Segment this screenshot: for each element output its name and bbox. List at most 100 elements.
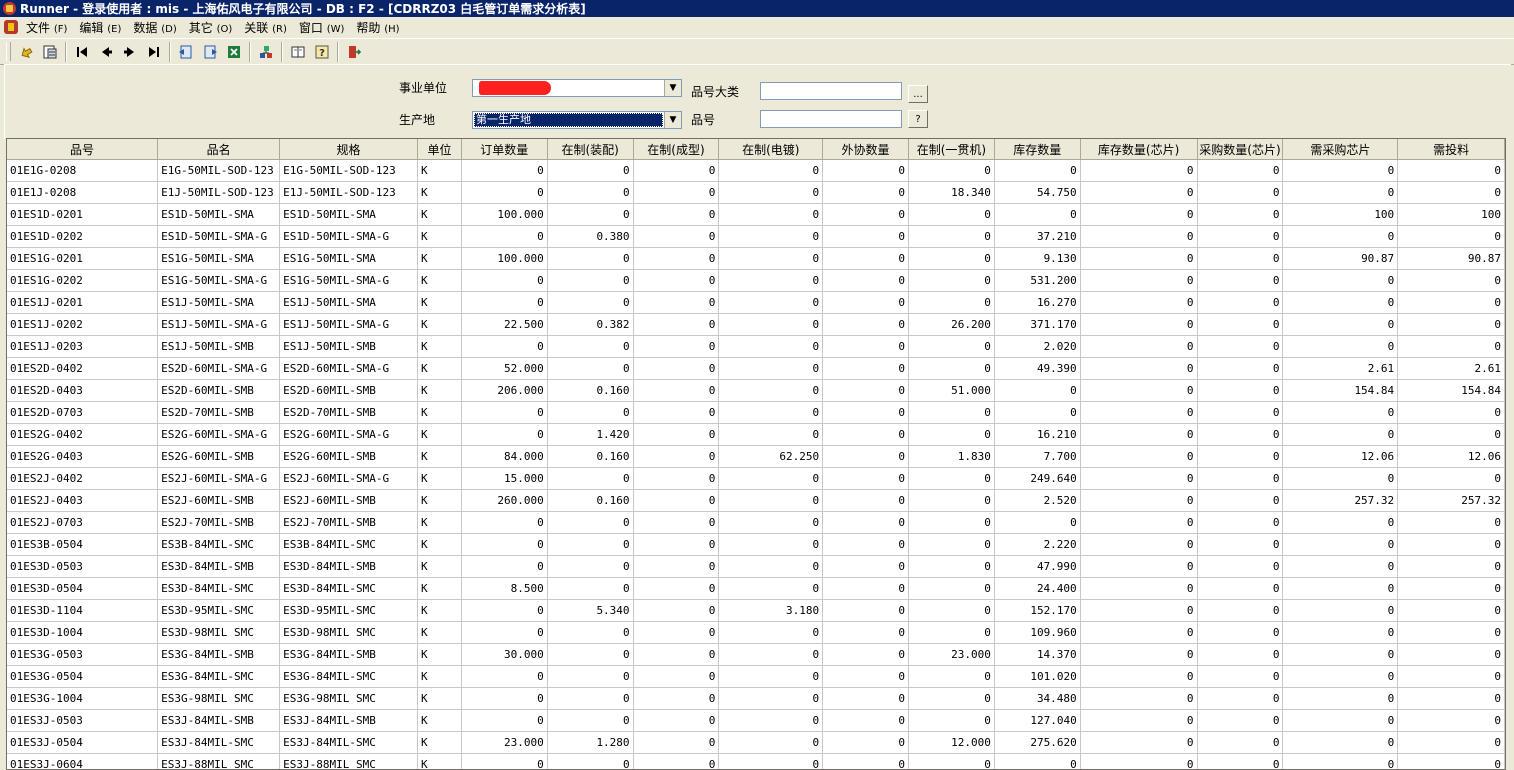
table-cell[interactable]: 371.170 — [994, 313, 1081, 336]
table-cell[interactable]: 0 — [1282, 533, 1399, 556]
table-row[interactable]: 01ES1G-0201 ES1G-50MIL-SMA ES1G-50MIL-SMA K… — [7, 247, 1505, 270]
table-cell[interactable]: ES3J-88MIL SMC — [157, 753, 281, 769]
table-cell[interactable]: 0 — [633, 489, 720, 512]
table-cell[interactable]: 0 — [1080, 731, 1198, 754]
table-cell[interactable]: 0 — [822, 753, 909, 769]
menu-window[interactable]: 窗口 (W) — [293, 19, 351, 36]
chevron-down-icon[interactable]: ▼ — [664, 80, 681, 96]
table-cell[interactable]: 0 — [822, 643, 909, 666]
table-cell[interactable]: K — [417, 687, 462, 710]
table-cell[interactable]: 0 — [908, 489, 995, 512]
table-cell[interactable]: 01ES2G-0403 — [7, 445, 159, 468]
table-cell[interactable]: 0 — [1197, 379, 1284, 402]
table-cell[interactable]: 0 — [1282, 159, 1399, 182]
table-cell[interactable]: 0 — [1197, 731, 1284, 754]
document-menu-icon[interactable] — [4, 20, 18, 34]
table-cell[interactable]: 0 — [1197, 335, 1284, 358]
table-cell[interactable]: 15.000 — [461, 467, 548, 490]
table-cell[interactable]: 0 — [1080, 709, 1198, 732]
toolbar-grip[interactable] — [6, 42, 11, 61]
table-cell[interactable]: 0 — [461, 269, 548, 292]
table-cell[interactable]: 49.390 — [994, 357, 1081, 380]
table-cell[interactable]: 0 — [822, 577, 909, 600]
table-row[interactable]: 01ES2D-0703 ES2D-70MIL-SMB ES2D-70MIL-SMB K… — [7, 401, 1505, 424]
table-cell[interactable]: 0 — [1397, 401, 1505, 424]
book-button[interactable] — [287, 41, 309, 63]
table-cell[interactable]: ES1J-50MIL-SMA-G — [157, 313, 281, 336]
table-cell[interactable]: 0 — [908, 709, 995, 732]
table-cell[interactable]: 0 — [1282, 665, 1399, 688]
table-cell[interactable]: 34.480 — [994, 687, 1081, 710]
table-cell[interactable]: 0 — [633, 511, 720, 534]
table-cell[interactable]: 0 — [718, 709, 824, 732]
table-row[interactable]: 01ES1J-0201 ES1J-50MIL-SMA ES1J-50MIL-SMA K… — [7, 291, 1505, 314]
table-cell[interactable]: K — [417, 269, 462, 292]
table-cell[interactable]: 0 — [908, 203, 995, 226]
table-cell[interactable]: 0 — [547, 291, 634, 314]
table-cell[interactable]: 0 — [1080, 335, 1198, 358]
exit-button[interactable] — [343, 41, 365, 63]
table-cell[interactable]: ES1J-50MIL-SMA — [157, 291, 281, 314]
table-cell[interactable]: ES3D-84MIL-SMB — [279, 555, 418, 578]
table-cell[interactable]: 0 — [822, 687, 909, 710]
table-cell[interactable]: 0 — [822, 489, 909, 512]
table-cell[interactable]: 12.000 — [908, 731, 995, 754]
column-header[interactable]: 在制(装配) — [547, 139, 634, 160]
table-cell[interactable]: 260.000 — [461, 489, 548, 512]
table-cell[interactable]: 0 — [547, 335, 634, 358]
table-cell[interactable]: 0 — [718, 511, 824, 534]
import-button[interactable] — [175, 41, 197, 63]
table-cell[interactable]: 0 — [547, 533, 634, 556]
column-header[interactable]: 外协数量 — [822, 139, 909, 160]
table-cell[interactable]: 0 — [718, 489, 824, 512]
table-cell[interactable]: 0 — [822, 313, 909, 336]
table-cell[interactable]: ES3D-84MIL-SMB — [157, 555, 281, 578]
table-cell[interactable]: 01ES3B-0504 — [7, 533, 159, 556]
table-cell[interactable]: 0 — [908, 555, 995, 578]
table-cell[interactable]: 0 — [1197, 665, 1284, 688]
table-cell[interactable]: 0 — [461, 225, 548, 248]
table-cell[interactable]: ES1D-50MIL-SMA — [279, 203, 418, 226]
table-cell[interactable]: 0 — [1397, 423, 1505, 446]
table-cell[interactable]: 0 — [633, 291, 720, 314]
table-cell[interactable]: 01ES1J-0202 — [7, 313, 159, 336]
table-cell[interactable]: 0 — [718, 335, 824, 358]
table-row[interactable]: 01ES1D-0201 ES1D-50MIL-SMA ES1D-50MIL-SMA K… — [7, 203, 1505, 226]
table-cell[interactable]: 2.520 — [994, 489, 1081, 512]
table-cell[interactable]: ES2G-60MIL-SMB — [279, 445, 418, 468]
table-cell[interactable]: 0 — [547, 467, 634, 490]
table-cell[interactable]: 0 — [1080, 577, 1198, 600]
table-cell[interactable]: ES3J-84MIL-SMC — [157, 731, 281, 754]
table-cell[interactable]: 206.000 — [461, 379, 548, 402]
table-cell[interactable]: 1.830 — [908, 445, 995, 468]
table-cell[interactable]: 0 — [1197, 643, 1284, 666]
table-row[interactable]: 01ES1J-0203 ES1J-50MIL-SMB ES1J-50MIL-SMB K… — [7, 335, 1505, 358]
table-cell[interactable]: K — [417, 357, 462, 380]
table-row[interactable]: 01ES3J-0503 ES3J-84MIL-SMB ES3J-84MIL-SMB K… — [7, 709, 1505, 732]
table-cell[interactable]: 0 — [718, 203, 824, 226]
table-cell[interactable]: ES1J-50MIL-SMA-G — [279, 313, 418, 336]
part-no-input[interactable] — [760, 110, 902, 128]
table-cell[interactable]: 0 — [1282, 577, 1399, 600]
table-cell[interactable]: 0 — [1197, 621, 1284, 644]
table-cell[interactable]: 101.020 — [994, 665, 1081, 688]
table-cell[interactable]: 0.160 — [547, 379, 634, 402]
table-row[interactable]: 01ES3J-0504 ES3J-84MIL-SMC ES3J-84MIL-SMC K… — [7, 731, 1505, 754]
table-cell[interactable]: 0 — [1080, 621, 1198, 644]
table-cell[interactable]: 0.160 — [547, 489, 634, 512]
table-cell[interactable]: 24.400 — [994, 577, 1081, 600]
table-cell[interactable]: 0 — [1197, 313, 1284, 336]
table-cell[interactable]: 0 — [822, 225, 909, 248]
table-cell[interactable]: 0 — [718, 401, 824, 424]
table-cell[interactable]: 0 — [718, 665, 824, 688]
table-row[interactable]: 01ES3J-0604 ES3J-88MIL SMC ES3J-88MIL SMC K… — [7, 753, 1505, 769]
table-cell[interactable]: 0 — [718, 423, 824, 446]
table-cell[interactable]: 0 — [1080, 379, 1198, 402]
table-cell[interactable]: K — [417, 753, 462, 769]
table-cell[interactable]: 0 — [908, 401, 995, 424]
table-cell[interactable]: 0 — [1197, 357, 1284, 380]
table-cell[interactable]: 18.340 — [908, 181, 995, 204]
table-cell[interactable]: 0 — [1197, 511, 1284, 534]
table-cell[interactable]: 0 — [908, 665, 995, 688]
table-cell[interactable]: ES3B-84MIL-SMC — [279, 533, 418, 556]
